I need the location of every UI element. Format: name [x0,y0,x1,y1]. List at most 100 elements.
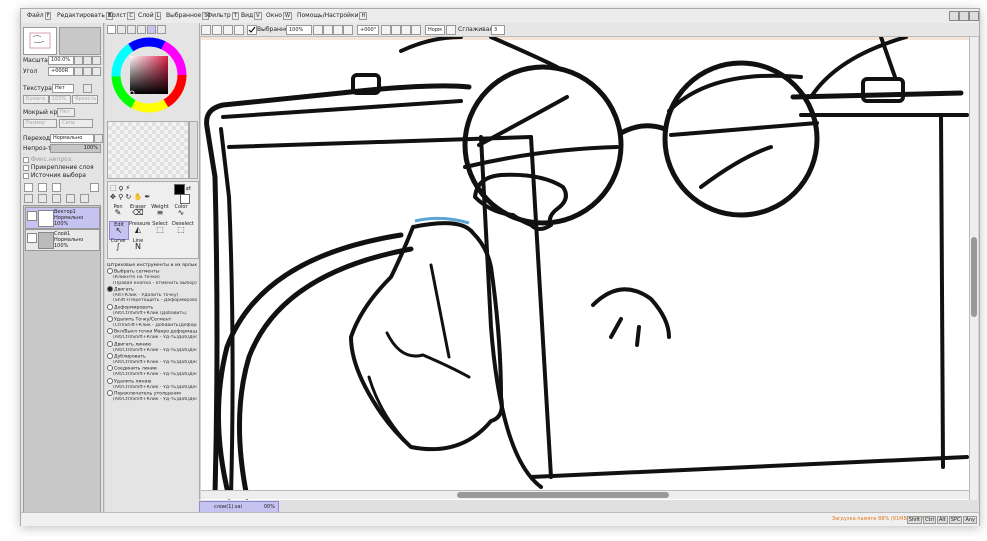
rotation-field[interactable]: +000° [357,25,379,35]
help-option[interactable]: Двигать линию [107,340,197,348]
opacity-slider[interactable]: 100% [50,144,101,153]
tool-pressure[interactable]: Pressure ◭ [129,221,150,238]
radio-icon[interactable] [107,303,113,310]
hand-icon[interactable]: ✋ [134,193,143,201]
color-swatch-area[interactable] [107,121,189,179]
stabilizer-toggle-icon[interactable] [446,25,456,35]
menu-edit[interactable]: Редактировать E [57,12,114,20]
drawing-canvas[interactable] [201,37,970,500]
radio-icon[interactable] [107,340,113,347]
stabilizer-value[interactable]: 3 [491,25,505,35]
eyedropper-icon[interactable]: ✒ [145,193,151,201]
tool-select[interactable]: Select ⬚ [151,221,169,238]
rotate-icon[interactable]: ↻ [125,193,131,201]
hsv-tab-icon[interactable] [127,25,136,34]
protect-opacity-checkbox[interactable]: Фикс.непроз. [23,156,73,163]
layer-row-vector1[interactable]: Вектор1 Нормально 100% [25,207,100,229]
texture-options-icon[interactable] [83,84,92,93]
close-icon[interactable] [969,11,979,21]
tool-color[interactable]: Color ∿ [172,204,190,221]
nav-rotate-reset-icon[interactable] [92,67,101,76]
swatches-tab-icon[interactable] [147,25,156,34]
navigator-area[interactable] [59,27,101,55]
nav-zoom-in-icon[interactable] [83,56,92,65]
help-option[interactable]: Удалить Точку/Сегмент [107,316,197,323]
layer-settings-icon[interactable] [80,194,89,203]
undo-icon[interactable] [201,25,211,35]
radio-icon[interactable] [107,365,113,372]
eye-icon[interactable] [27,211,37,221]
clear-layer-icon[interactable] [52,194,61,203]
swap-colors-icon[interactable]: ⇄ [186,185,191,192]
menu-file[interactable]: Файл F [27,12,52,20]
nav-rotate-right-icon[interactable] [83,67,92,76]
new-folder-icon[interactable] [52,183,61,192]
nav-zoom-field[interactable]: 100.0% [48,56,74,65]
zoom-icon[interactable]: ⚲ [118,193,123,201]
color-mix-tab-icon[interactable] [137,25,146,34]
selection-source-checkbox[interactable]: Источник выбора [23,172,86,179]
eye-icon[interactable] [27,233,37,243]
radio-icon[interactable] [107,353,113,360]
nav-zoom-reset-icon[interactable] [92,56,101,65]
secondary-color[interactable] [180,194,190,204]
nav-rotate-left-icon[interactable] [74,67,83,76]
radio-icon[interactable] [107,268,113,275]
nav-angle-field[interactable]: +000R [48,67,74,76]
help-option[interactable]: Соединить линии [107,365,197,372]
horizontal-scroll-thumb[interactable] [457,492,669,498]
swatch-scrollbar[interactable] [189,121,198,179]
stabilizer-mode[interactable]: Норм [425,25,445,35]
tool-curve[interactable]: Curve ∫ [109,238,127,255]
layer-mask-icon[interactable] [90,183,99,192]
clip-layer-checkbox[interactable]: Прикрепление слоя [23,164,94,171]
help-option[interactable]: Удалить линию [107,377,197,385]
radio-icon[interactable] [107,316,113,323]
zoom-field[interactable]: 100% [286,25,312,35]
help-option[interactable]: Двигать [107,286,197,293]
help-option[interactable]: Переключатель утолщения [107,390,197,397]
menu-canvas[interactable]: Холст C [108,12,135,20]
help-option[interactable]: Выбрать сегменты [107,268,197,275]
help-option[interactable]: Дублировать [107,353,197,360]
move-icon[interactable]: ✥ [110,193,116,201]
texture-select[interactable]: Нет [52,84,74,93]
radio-icon[interactable] [107,328,113,335]
help-option[interactable]: Вкл/Выкл точки Макро деформации [107,328,197,335]
vertical-scroll-thumb[interactable] [971,237,977,317]
canvas-horizontal-scrollbar[interactable] [201,490,969,499]
menu-window[interactable]: Окно W [266,12,292,20]
tool-pen[interactable]: Pen ✎ [109,204,127,221]
color-wheel-tab-icon[interactable] [107,25,116,34]
tool-eraser[interactable]: Eraser ⌫ [129,204,147,221]
layer-row-layer1[interactable]: Слой1 Нормально 100% [25,229,100,251]
maximize-icon[interactable] [959,11,969,21]
radio-icon[interactable] [107,390,113,397]
radio-icon[interactable] [107,377,113,384]
rotate-reset-icon[interactable] [401,25,411,35]
tool-weight[interactable]: Weight ≡ [151,204,169,221]
rotate-right-icon[interactable] [391,25,401,35]
zoom-reset-icon[interactable] [333,25,343,35]
flip-icon[interactable] [411,25,421,35]
color-wheel[interactable] [111,37,187,113]
menu-selection[interactable]: Выбранное S [166,12,210,20]
rotate-left-icon[interactable] [381,25,391,35]
marquee-icon[interactable]: ⬚ [110,184,117,192]
tool-line[interactable]: Line N [129,238,147,255]
nav-zoom-out-icon[interactable] [74,56,83,65]
canvas-vertical-scrollbar[interactable] [969,37,978,500]
redo-icon[interactable] [212,25,222,35]
menu-view[interactable]: Вид V [241,12,262,20]
new-layer-icon[interactable] [24,183,33,192]
merge-down-icon[interactable] [38,194,47,203]
menu-help[interactable]: Помощь/Настройки H [297,12,368,20]
scratchpad-tab-icon[interactable] [157,25,166,34]
radio-icon[interactable] [107,286,113,293]
invert-selection-icon[interactable] [234,25,244,35]
minimize-icon[interactable] [949,11,959,21]
wet-edge-select[interactable]: Нет [57,108,75,117]
selection-checkbox[interactable] [247,25,257,35]
navigator-preview[interactable] [23,27,57,55]
transfer-down-icon[interactable] [24,194,33,203]
